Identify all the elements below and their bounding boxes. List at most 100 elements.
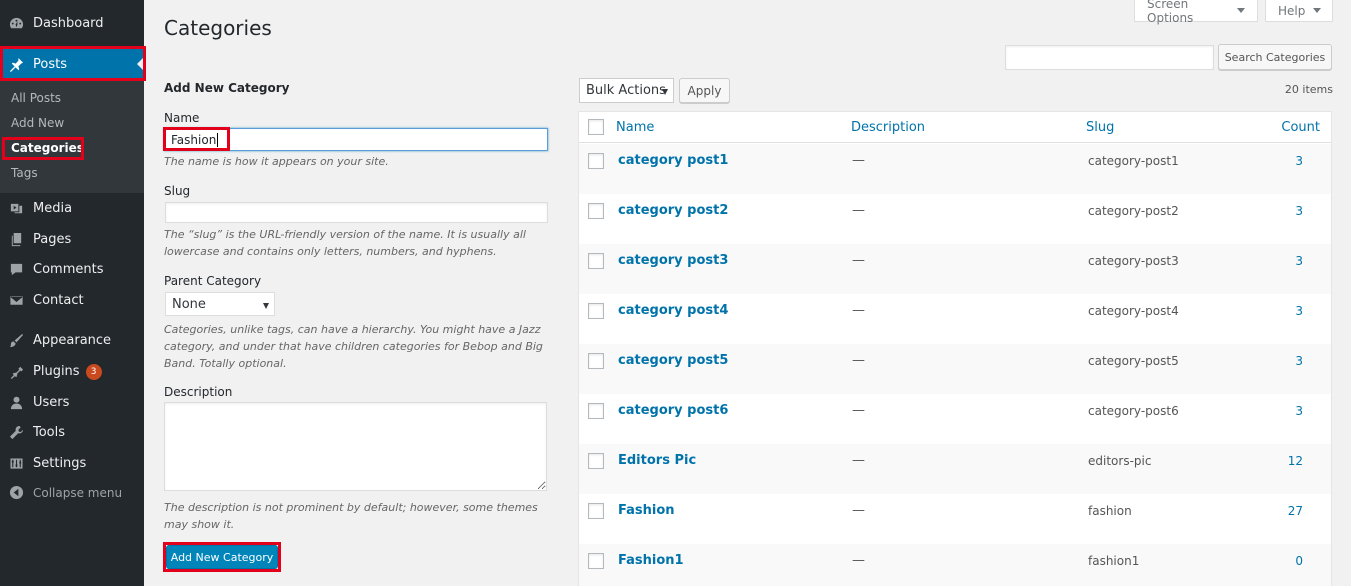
menu-pages-label: Pages: [33, 232, 72, 247]
submenu-tags[interactable]: Tags: [11, 166, 38, 180]
category-name-link[interactable]: category post5: [618, 353, 728, 368]
table-row: category post5 — category-post5 3: [579, 344, 1331, 394]
category-count-link[interactable]: 3: [1295, 354, 1303, 368]
category-name-link[interactable]: Editors Pic: [618, 453, 696, 468]
row-checkbox[interactable]: [588, 403, 604, 419]
menu-dashboard[interactable]: Dashboard: [0, 8, 144, 39]
menu-media[interactable]: Media: [0, 193, 144, 224]
row-checkbox[interactable]: [588, 253, 604, 269]
apply-button[interactable]: Apply: [679, 78, 730, 103]
category-description: —: [852, 403, 865, 418]
category-name-link[interactable]: Fashion: [618, 503, 675, 518]
dashboard-icon: [8, 16, 24, 32]
table-row: category post6 — category-post6 3: [579, 394, 1331, 444]
select-all-checkbox[interactable]: [588, 119, 604, 135]
admin-sidebar: Dashboard Posts All Posts Add New Catego…: [0, 0, 146, 586]
category-count-link[interactable]: 3: [1295, 204, 1303, 218]
menu-posts[interactable]: Posts: [0, 49, 144, 80]
menu-plugins[interactable]: Plugins 3: [0, 356, 144, 387]
category-name-link[interactable]: category post6: [618, 403, 728, 418]
category-slug: fashion1: [1088, 554, 1140, 568]
submenu-all-posts[interactable]: All Posts: [11, 91, 61, 105]
collapse-arrow-icon: [8, 485, 24, 501]
name-help: The name is how it appears on your site.: [164, 155, 389, 168]
category-name-link[interactable]: category post1: [618, 153, 728, 168]
submenu-add-new[interactable]: Add New: [11, 116, 64, 130]
category-search-input[interactable]: [1005, 45, 1214, 70]
category-count-link[interactable]: 0: [1295, 554, 1303, 568]
caret-down-icon: [263, 303, 269, 309]
add-new-category-button[interactable]: Add New Category: [166, 545, 278, 569]
category-slug: category-post5: [1088, 354, 1179, 368]
collapse-menu-label: Collapse menu: [33, 485, 123, 500]
page-title: Categories: [164, 16, 272, 40]
bulk-actions-select[interactable]: Bulk Actions: [579, 78, 674, 103]
menu-pages[interactable]: Pages: [0, 224, 144, 255]
slug-label: Slug: [164, 184, 191, 198]
category-count-link[interactable]: 12: [1288, 454, 1303, 468]
row-checkbox[interactable]: [588, 203, 604, 219]
category-description: —: [852, 553, 865, 568]
media-icon: [8, 201, 24, 217]
category-description: —: [852, 203, 865, 218]
menu-appearance[interactable]: Appearance: [0, 325, 144, 356]
name-label: Name: [164, 111, 200, 125]
row-checkbox[interactable]: [588, 303, 604, 319]
category-description: —: [852, 303, 865, 318]
items-count: 20 items: [1284, 83, 1333, 96]
column-name[interactable]: Name: [616, 120, 654, 135]
category-name-link[interactable]: Fashion1: [618, 553, 684, 568]
menu-settings-label: Settings: [33, 456, 87, 471]
category-count-link[interactable]: 3: [1295, 154, 1303, 168]
pushpin-icon: [8, 57, 24, 73]
caret-down-icon: [1237, 8, 1245, 13]
category-name-link[interactable]: category post3: [618, 253, 728, 268]
category-count-link[interactable]: 3: [1295, 404, 1303, 418]
category-count-link[interactable]: 3: [1295, 254, 1303, 268]
column-description[interactable]: Description: [851, 120, 925, 135]
category-name-link[interactable]: category post4: [618, 303, 728, 318]
submenu-categories[interactable]: Categories: [11, 141, 84, 155]
row-checkbox[interactable]: [588, 553, 604, 569]
category-count-link[interactable]: 3: [1295, 304, 1303, 318]
parent-category-label: Parent Category: [164, 274, 262, 288]
menu-comments[interactable]: Comments: [0, 254, 144, 285]
table-row: category post2 — category-post2 3: [579, 194, 1331, 244]
menu-tools-label: Tools: [33, 425, 66, 440]
slug-input[interactable]: [165, 202, 548, 223]
category-slug: category-post4: [1088, 304, 1179, 318]
posts-submenu: All Posts Add New Categories Tags: [0, 81, 144, 193]
menu-settings[interactable]: Settings: [0, 448, 144, 479]
search-categories-button[interactable]: Search Categories: [1218, 44, 1332, 70]
parent-category-select[interactable]: None: [165, 292, 275, 316]
menu-comments-label: Comments: [33, 262, 104, 277]
menu-users[interactable]: Users: [0, 387, 144, 418]
column-slug[interactable]: Slug: [1086, 120, 1114, 135]
row-checkbox[interactable]: [588, 503, 604, 519]
row-checkbox[interactable]: [588, 153, 604, 169]
settings-sliders-icon: [8, 456, 24, 472]
name-input[interactable]: Fashion: [164, 128, 548, 151]
caret-down-icon: [1313, 8, 1322, 13]
category-description: —: [852, 453, 865, 468]
paintbrush-icon: [8, 333, 24, 349]
table-row: category post4 — category-post4 3: [579, 294, 1331, 344]
menu-media-label: Media: [33, 201, 73, 216]
help-button[interactable]: Help: [1265, 0, 1333, 22]
table-header: Name Description Slug Count: [579, 112, 1331, 143]
menu-contact-label: Contact: [33, 293, 84, 308]
category-name-link[interactable]: category post2: [618, 203, 728, 218]
caret-down-icon: [662, 89, 668, 95]
menu-appearance-label: Appearance: [33, 333, 112, 348]
menu-dashboard-label: Dashboard: [33, 16, 104, 31]
category-count-link[interactable]: 27: [1288, 504, 1303, 518]
menu-contact[interactable]: Contact: [0, 285, 144, 316]
screen-options-button[interactable]: Screen Options: [1134, 0, 1258, 25]
row-checkbox[interactable]: [588, 353, 604, 369]
categories-table: Name Description Slug Count category pos…: [578, 111, 1332, 586]
menu-tools[interactable]: Tools: [0, 417, 144, 448]
column-count[interactable]: Count: [1281, 120, 1320, 135]
description-textarea[interactable]: [164, 402, 547, 491]
row-checkbox[interactable]: [588, 453, 604, 469]
collapse-menu-button[interactable]: Collapse menu: [0, 477, 144, 508]
